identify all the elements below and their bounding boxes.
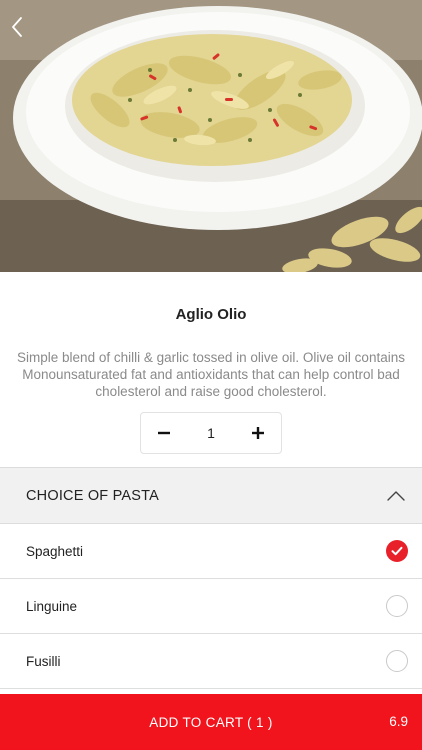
pasta-dish-illustration — [0, 0, 422, 272]
option-linguine[interactable]: Linguine — [0, 579, 422, 634]
quantity-stepper: 1 — [140, 412, 282, 454]
pasta-options-list: Spaghetti Linguine Fusilli — [0, 524, 422, 689]
radio-checked[interactable] — [386, 540, 408, 562]
option-spaghetti[interactable]: Spaghetti — [0, 524, 422, 579]
option-fusilli[interactable]: Fusilli — [0, 634, 422, 689]
increase-quantity-button[interactable] — [235, 413, 281, 453]
decrease-quantity-button[interactable] — [141, 413, 187, 453]
radio-unchecked[interactable] — [386, 595, 408, 617]
checkmark-icon — [391, 546, 403, 556]
radio-unchecked[interactable] — [386, 650, 408, 672]
chevron-up-icon — [387, 490, 405, 501]
plus-icon — [252, 427, 264, 439]
back-button[interactable] — [10, 16, 38, 44]
option-label: Spaghetti — [26, 543, 84, 559]
choice-section-header[interactable]: CHOICE OF PASTA — [0, 467, 422, 524]
cart-price: 6.9 — [389, 714, 408, 729]
option-label: Fusilli — [26, 653, 61, 669]
quantity-value: 1 — [207, 425, 215, 441]
product-description: Simple blend of chilli & garlic tossed i… — [17, 350, 405, 399]
option-label: Linguine — [26, 598, 78, 614]
section-title: CHOICE OF PASTA — [26, 487, 159, 504]
add-to-cart-button[interactable]: ADD TO CART ( 1 ) 6.9 — [0, 694, 422, 750]
minus-icon — [158, 431, 170, 435]
chevron-left-icon — [12, 17, 22, 37]
product-image — [0, 0, 422, 272]
add-to-cart-label: ADD TO CART ( 1 ) — [149, 714, 273, 730]
product-title: Aglio Olio — [175, 306, 247, 323]
